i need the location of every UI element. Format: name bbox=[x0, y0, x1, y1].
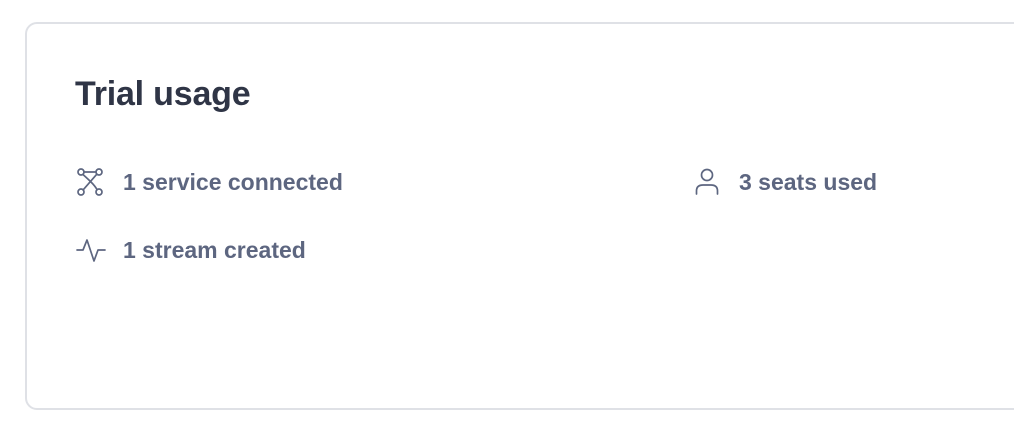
services-connected-stat: 1 service connected bbox=[75, 164, 343, 200]
activity-pulse-icon bbox=[75, 234, 107, 266]
streams-created-stat: 1 stream created bbox=[75, 232, 306, 268]
services-connected-label: 1 service connected bbox=[123, 168, 343, 195]
connection-nodes-icon bbox=[75, 166, 107, 198]
trial-usage-card: Trial usage 1 service connected 3 seats … bbox=[25, 22, 1014, 410]
card-title: Trial usage bbox=[75, 75, 251, 113]
user-icon bbox=[691, 166, 723, 198]
streams-created-label: 1 stream created bbox=[123, 236, 306, 263]
seats-used-label: 3 seats used bbox=[739, 168, 878, 195]
seats-used-stat: 3 seats used bbox=[691, 164, 877, 200]
